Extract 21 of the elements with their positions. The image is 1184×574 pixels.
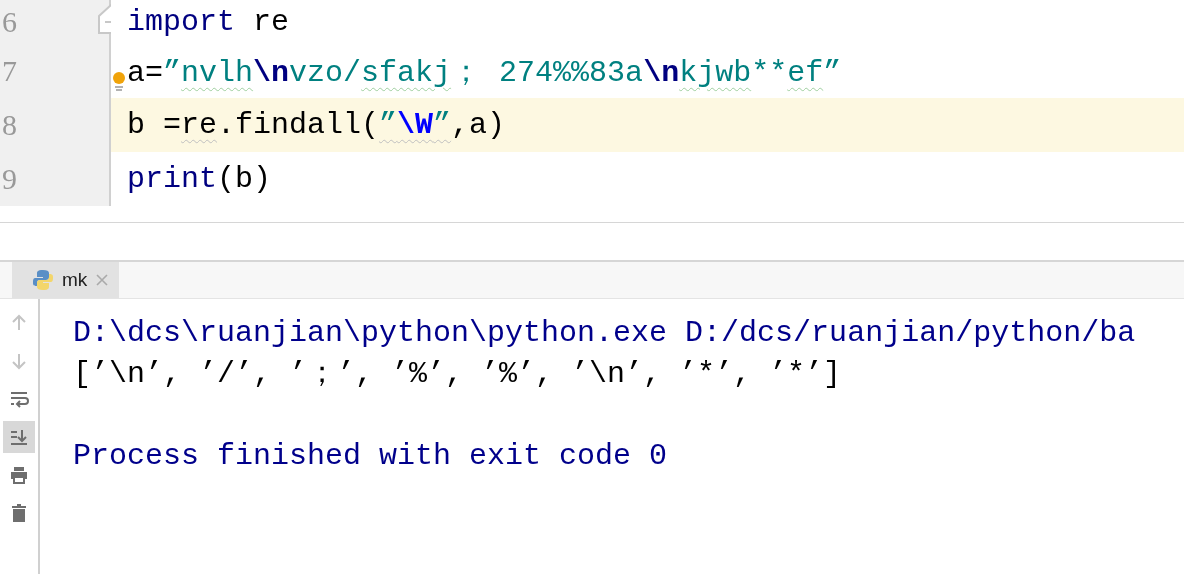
console-line: [’\n’, ’/’, ’；’, ’%’, ’%’, ’\n’, ’*’, ’*’] [73,356,843,393]
down-arrow-icon [9,351,29,371]
python-icon [32,269,54,291]
line-number: 9 [2,162,17,196]
line-number: 7 [2,54,17,88]
trash-icon [9,503,29,523]
line-number: 6 [2,5,17,39]
line-number: 8 [2,108,17,142]
soft-wrap-icon [9,389,29,409]
code-line: import re [127,5,290,39]
printer-icon [9,465,29,485]
run-tab[interactable]: mk [12,262,120,298]
scroll-to-end-button[interactable] [3,421,35,453]
code-line: a=”nvlh\nvzo/sfakj； 274%%83a\nkjwb**ef” [127,54,842,92]
code-line: b =re.findall(”\W”,a) [127,108,506,142]
scroll-to-end-icon [9,427,29,447]
code-line: print(b) [127,162,272,196]
console-line: Process finished with exit code 0 [73,438,669,475]
close-icon [95,273,110,287]
console-line: D:\dcs\ruanjian\python\python.exe D:/dcs/ruanjian/python/ba [73,315,1136,352]
lightbulb-icon [112,72,126,92]
